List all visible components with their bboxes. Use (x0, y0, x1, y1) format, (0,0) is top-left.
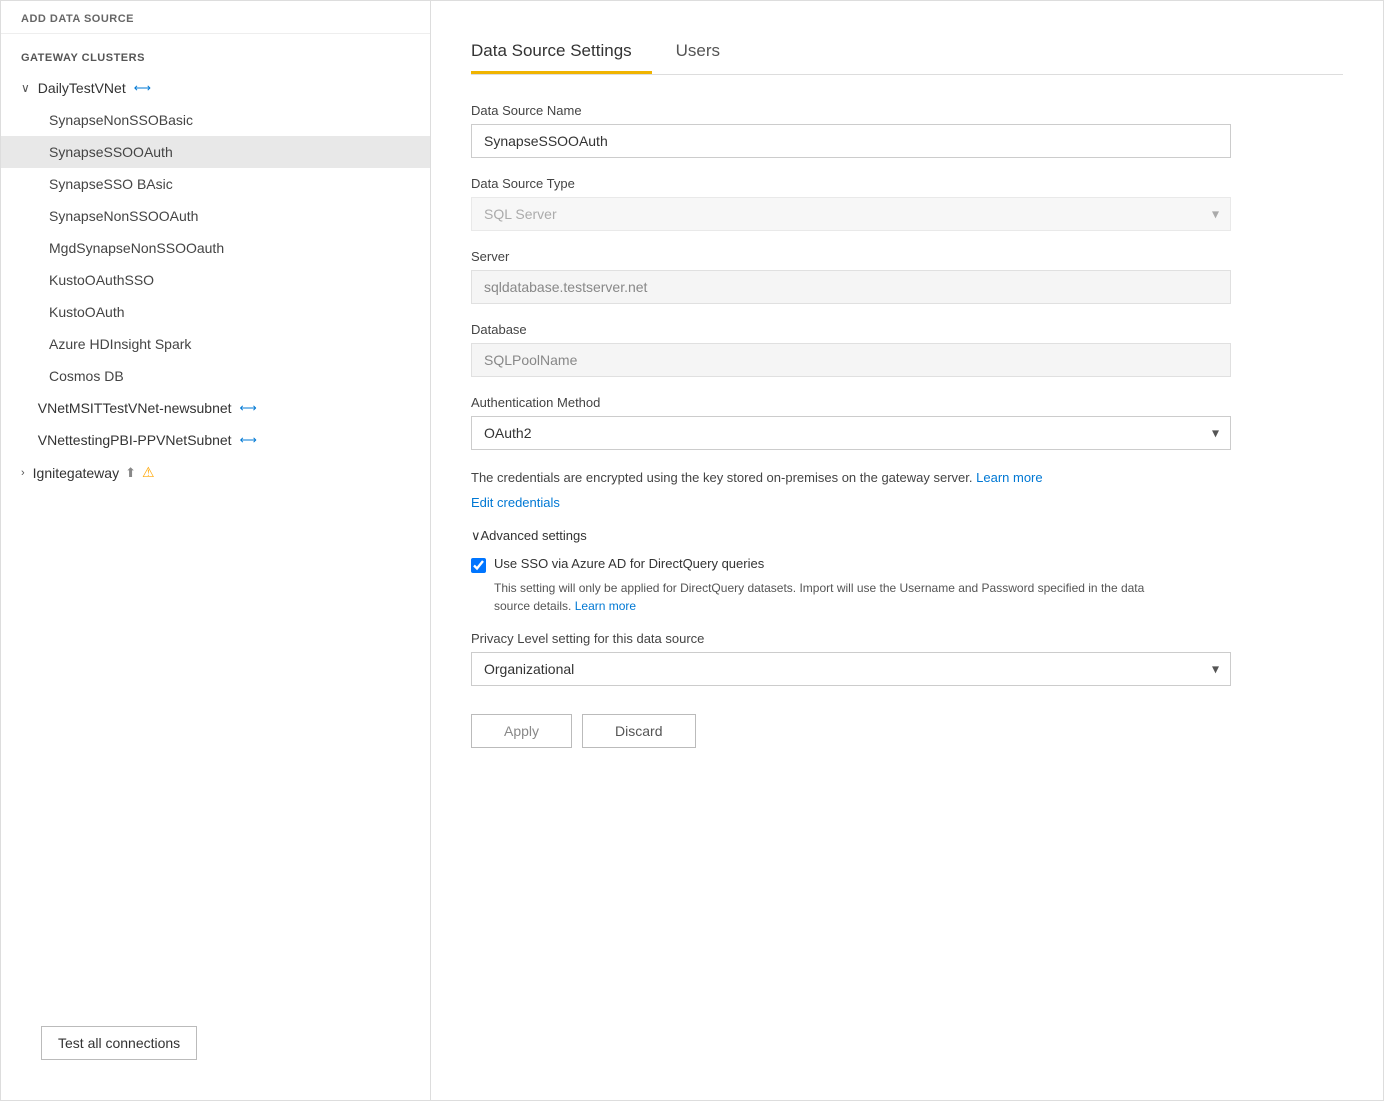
credentials-info-group: The credentials are encrypted using the … (471, 468, 1231, 510)
datasource-name: KustoOAuth (49, 304, 125, 320)
data-source-type-select: SQL Server (471, 197, 1231, 231)
gateway-name: DailyTestVNet (38, 80, 126, 96)
datasource-name: SynapseNonSSOOAuth (49, 208, 198, 224)
advanced-settings-toggle[interactable]: ∨Advanced settings (471, 528, 1231, 544)
privacy-level-select[interactable]: Organizational None Private Public (471, 652, 1231, 686)
warning-icon: ⚠ (142, 464, 155, 481)
database-input (471, 343, 1231, 377)
privacy-level-label: Privacy Level setting for this data sour… (471, 631, 1231, 646)
datasource-item-synapsenonssoauth[interactable]: SynapseNonSSOOAuth (1, 200, 430, 232)
data-source-type-label: Data Source Type (471, 176, 1231, 191)
link-icon: ⟷ (134, 81, 151, 95)
sso-checkbox-row: Use SSO via Azure AD for DirectQuery que… (471, 556, 1231, 573)
gateway-item-dailytestvnet[interactable]: ∨ DailyTestVNet ⟷ (1, 72, 430, 104)
gateway-item-vnetmsit[interactable]: ∨ VNetMSITTestVNet-newsubnet ⟷ (1, 392, 430, 424)
database-group: Database (471, 322, 1231, 377)
datasource-item-kustooauthsso[interactable]: KustoOAuthSSO (1, 264, 430, 296)
datasource-item-mgdsynapse[interactable]: MgdSynapseNonSSOOauth (1, 232, 430, 264)
tab-data-source-settings[interactable]: Data Source Settings (471, 31, 652, 74)
datasource-item-synapsessooauth[interactable]: SynapseSSOOAuth (1, 136, 430, 168)
datasource-item-synapesssobasic[interactable]: SynapseSSO BAsic (1, 168, 430, 200)
chevron-right-icon: › (21, 467, 25, 479)
server-label: Server (471, 249, 1231, 264)
gateway-name: Ignitegateway (33, 465, 119, 481)
tab-bar: Data Source Settings Users (471, 1, 1343, 75)
link-icon: ⟷ (240, 433, 257, 447)
datasource-name: SynapseNonSSOBasic (49, 112, 193, 128)
server-input (471, 270, 1231, 304)
privacy-level-group: Privacy Level setting for this data sour… (471, 631, 1231, 686)
sso-learn-more-link[interactable]: Learn more (575, 599, 636, 613)
data-source-name-label: Data Source Name (471, 103, 1231, 118)
gateway-name: VNetMSITTestVNet-newsubnet (38, 400, 232, 416)
auth-method-select[interactable]: OAuth2 Windows Basic (471, 416, 1231, 450)
sidebar: ADD DATA SOURCE GATEWAY CLUSTERS ∨ Daily… (1, 1, 431, 1100)
data-source-type-group: Data Source Type SQL Server (471, 176, 1231, 231)
sso-description: This setting will only be applied for Di… (494, 579, 1231, 615)
action-buttons: Apply Discard (471, 714, 1231, 788)
server-group: Server (471, 249, 1231, 304)
gateway-item-vnettesting[interactable]: ∨ VNettestingPBI-PPVNetSubnet ⟷ (1, 424, 430, 456)
discard-button[interactable]: Discard (582, 714, 695, 748)
data-source-name-input[interactable] (471, 124, 1231, 158)
data-source-form: Data Source Name Data Source Type SQL Se… (471, 103, 1231, 788)
datasource-item-cosmosdb[interactable]: Cosmos DB (1, 360, 430, 392)
auth-method-label: Authentication Method (471, 395, 1231, 410)
privacy-level-wrapper: Organizational None Private Public (471, 652, 1231, 686)
sso-checkbox[interactable] (471, 558, 486, 573)
add-data-source-header: ADD DATA SOURCE (1, 1, 430, 34)
gateway-name: VNettestingPBI-PPVNetSubnet (38, 432, 232, 448)
upload-icon: ⬆ (125, 465, 136, 481)
apply-button[interactable]: Apply (471, 714, 572, 748)
auth-method-wrapper: OAuth2 Windows Basic (471, 416, 1231, 450)
tab-users[interactable]: Users (676, 31, 740, 74)
credentials-text: The credentials are encrypted using the … (471, 468, 1231, 488)
datasource-item-synapsenonssobasic[interactable]: SynapseNonSSOBasic (1, 104, 430, 136)
datasource-name: Cosmos DB (49, 368, 124, 384)
datasource-name: KustoOAuthSSO (49, 272, 154, 288)
auth-method-group: Authentication Method OAuth2 Windows Bas… (471, 395, 1231, 450)
sso-checkbox-label[interactable]: Use SSO via Azure AD for DirectQuery que… (494, 556, 764, 571)
learn-more-link[interactable]: Learn more (976, 470, 1042, 485)
datasource-name: SynapseSSOOAuth (49, 144, 173, 160)
advanced-settings-section: ∨Advanced settings Use SSO via Azure AD … (471, 528, 1231, 615)
datasource-item-azurehdinsight[interactable]: Azure HDInsight Spark (1, 328, 430, 360)
main-content: Data Source Settings Users Data Source N… (431, 1, 1383, 1100)
data-source-type-wrapper: SQL Server (471, 197, 1231, 231)
datasource-name: MgdSynapseNonSSOOauth (49, 240, 224, 256)
chevron-down-icon: ∨ (21, 81, 30, 95)
gateway-item-ignite[interactable]: › Ignitegateway ⬆ ⚠ (1, 456, 430, 489)
data-source-name-group: Data Source Name (471, 103, 1231, 158)
test-all-connections-button[interactable]: Test all connections (41, 1026, 197, 1060)
database-label: Database (471, 322, 1231, 337)
edit-credentials-link[interactable]: Edit credentials (471, 495, 560, 510)
sidebar-tree: ∨ DailyTestVNet ⟷ SynapseNonSSOBasic Syn… (1, 72, 430, 1006)
datasource-item-kustooauth[interactable]: KustoOAuth (1, 296, 430, 328)
gateway-clusters-label: GATEWAY CLUSTERS (1, 34, 430, 72)
datasource-name: Azure HDInsight Spark (49, 336, 191, 352)
datasource-name: SynapseSSO BAsic (49, 176, 173, 192)
link-icon: ⟷ (240, 401, 257, 415)
